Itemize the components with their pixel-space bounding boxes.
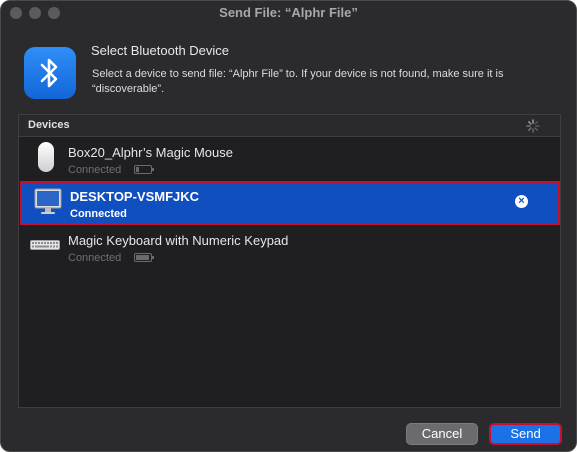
keyboard-icon	[30, 240, 60, 250]
device-row-selected[interactable]: DESKTOP-VSMFJKC Connected ×	[20, 181, 560, 225]
device-name: DESKTOP-VSMFJKC	[70, 189, 200, 204]
devices-list-header: Devices	[19, 115, 560, 137]
device-name: Box20_Alphr’s Magic Mouse	[68, 145, 233, 160]
window-title: Send File: “Alphr File”	[219, 5, 358, 20]
monitor-icon	[34, 188, 62, 214]
device-row[interactable]: Box20_Alphr’s Magic Mouse Connected	[19, 137, 560, 181]
device-status: Connected	[70, 208, 127, 220]
dialog-heading: Select Bluetooth Device	[91, 43, 230, 58]
send-file-dialog: Send File: “Alphr File” Select Bluetooth…	[0, 0, 577, 452]
battery-icon	[134, 253, 154, 262]
cancel-button[interactable]: Cancel	[406, 423, 478, 445]
bluetooth-icon	[24, 47, 76, 99]
devices-label: Devices	[28, 119, 70, 131]
disconnect-icon[interactable]: ×	[515, 195, 528, 208]
devices-list[interactable]: Devices Box20_Alphr’s Magic Mouse Connec…	[18, 114, 561, 408]
title-bar: Send File: “Alphr File”	[1, 1, 576, 27]
send-button[interactable]: Send	[489, 423, 562, 445]
device-row[interactable]: Magic Keyboard with Numeric Keypad Conne…	[19, 225, 560, 269]
loading-spinner-icon	[526, 119, 540, 133]
device-name: Magic Keyboard with Numeric Keypad	[68, 233, 289, 248]
dialog-description: Select a device to send file: “Alphr Fil…	[92, 68, 504, 95]
mouse-icon	[38, 142, 54, 172]
battery-icon	[134, 165, 154, 174]
device-status: Connected	[68, 252, 122, 264]
device-status: Connected	[68, 164, 122, 176]
